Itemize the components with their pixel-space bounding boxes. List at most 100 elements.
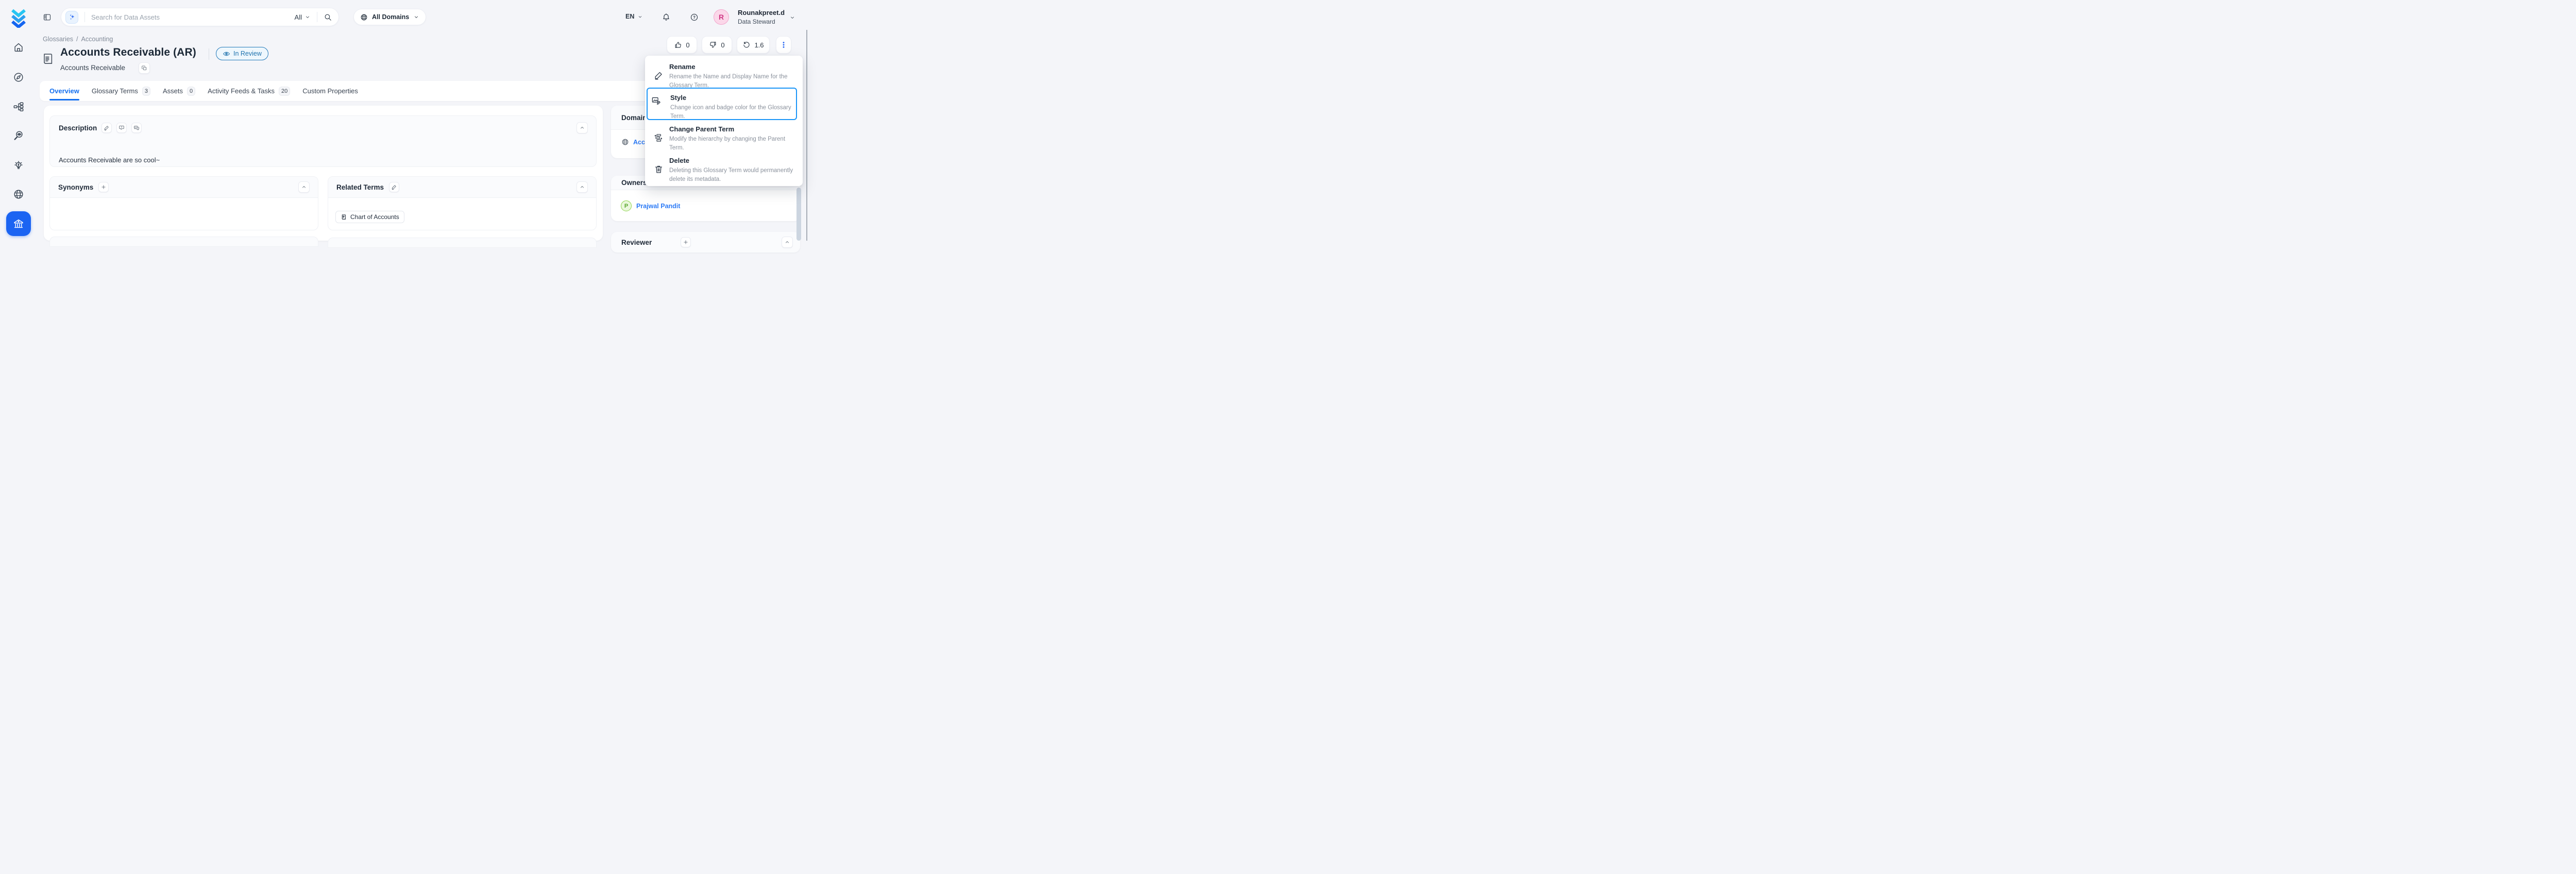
reviewer-card-partial: Reviewer: [611, 232, 800, 253]
comment-question-icon: ?: [118, 125, 125, 131]
observability-icon[interactable]: [13, 130, 24, 141]
menu-item-label: Change Parent Term: [669, 125, 796, 133]
svg-text:?: ?: [693, 15, 696, 20]
chevron-up-icon: [301, 184, 307, 190]
tab-label: Overview: [49, 87, 79, 95]
search-scope-dropdown[interactable]: All: [295, 13, 311, 21]
menu-item-description: Deleting this Glossary Term would perman…: [669, 166, 796, 183]
tab-count-badge: 0: [187, 87, 195, 96]
all-domains-label: All Domains: [372, 13, 409, 21]
upvote-button[interactable]: 0: [667, 36, 697, 54]
edit-related-terms-button[interactable]: [389, 182, 399, 192]
app-logo[interactable]: [8, 6, 29, 28]
tab-custom-properties[interactable]: Custom Properties: [302, 87, 358, 95]
edit-description-button[interactable]: [101, 123, 112, 133]
search-scope-value: All: [295, 13, 302, 21]
description-title: Description: [59, 124, 97, 132]
notifications-bell-icon[interactable]: [662, 12, 671, 22]
owners-title: Owners: [621, 179, 647, 187]
tab-activity-feeds[interactable]: Activity Feeds & Tasks20: [208, 87, 290, 96]
window-edge: [806, 30, 807, 241]
book-icon: [341, 214, 347, 221]
tab-assets[interactable]: Assets 0: [163, 87, 195, 96]
collapse-synonyms-button[interactable]: [298, 181, 310, 193]
menu-item-rename[interactable]: Rename Rename the Name and Display Name …: [650, 62, 799, 90]
chevron-down-icon: [637, 14, 643, 20]
edit-pencil-icon: [104, 125, 110, 131]
page-title: Accounts Receivable (AR): [60, 46, 196, 59]
style-icon: [651, 96, 661, 106]
collapse-reviewer-button[interactable]: [782, 237, 793, 248]
comments-button[interactable]: [131, 123, 142, 133]
version-history-icon: [742, 41, 751, 49]
globe-icon: [360, 13, 368, 21]
request-description-button[interactable]: ?: [116, 123, 127, 133]
user-avatar[interactable]: R: [714, 9, 729, 25]
tab-glossary-terms[interactable]: Glossary Terms3: [92, 87, 150, 96]
search-icon[interactable]: [324, 13, 332, 22]
eye-icon: [223, 50, 230, 58]
more-options-button[interactable]: [776, 36, 791, 54]
explore-compass-icon[interactable]: [13, 72, 24, 83]
tab-label: Glossary Terms: [92, 87, 138, 95]
version-value: 1.6: [754, 41, 764, 49]
synonyms-title: Synonyms: [58, 183, 93, 191]
description-section: Description ? Accounts Receivable are so…: [49, 115, 597, 167]
breadcrumb-accounting[interactable]: Accounting: [81, 36, 113, 43]
menu-item-label: Delete: [669, 156, 796, 165]
user-role: Data Steward: [738, 18, 775, 25]
related-terms-title: Related Terms: [336, 183, 384, 191]
tab-label: Assets: [163, 87, 183, 95]
add-reviewer-button[interactable]: [681, 237, 691, 247]
user-name: Rounakpreet.d: [738, 9, 785, 16]
page-scrollbar[interactable]: [796, 188, 801, 241]
global-search-bar[interactable]: Search for Data Assets All: [61, 8, 339, 26]
menu-item-description: Modify the hierarchy by changing the Par…: [669, 135, 796, 152]
chevron-up-icon: [579, 125, 585, 131]
version-button[interactable]: 1.6: [737, 36, 770, 54]
menu-item-delete[interactable]: Delete Deleting this Glossary Term would…: [650, 156, 799, 183]
menu-item-label: Style: [670, 93, 797, 102]
tab-count-badge: 20: [279, 87, 290, 96]
status-badge[interactable]: In Review: [216, 47, 268, 60]
sidebar-item-govern-active[interactable]: [6, 211, 31, 236]
owner-link[interactable]: Prajwal Pandit: [636, 203, 680, 210]
glossary-term-page: Search for Data Assets All All Domains E…: [0, 0, 808, 241]
copy-name-button[interactable]: [139, 62, 150, 74]
domain-title: Domain: [621, 114, 647, 122]
lineage-flow-icon[interactable]: [13, 101, 24, 112]
home-icon[interactable]: [13, 42, 24, 53]
related-term-chip[interactable]: Chart of Accounts: [335, 211, 404, 223]
add-synonym-button[interactable]: [98, 182, 109, 192]
sidebar-toggle-icon[interactable]: [43, 13, 52, 22]
user-menu-chevron-icon[interactable]: [789, 14, 795, 21]
tab-overview[interactable]: Overview: [49, 87, 79, 95]
edit-pencil-icon: [391, 184, 397, 190]
divider: [84, 12, 85, 22]
glossary-term-icon: [41, 51, 55, 68]
menu-item-style[interactable]: Style Change icon and badge color for th…: [647, 88, 797, 120]
help-icon[interactable]: ?: [690, 13, 699, 22]
menu-item-label: Rename: [669, 62, 796, 71]
chevron-down-icon: [304, 14, 311, 20]
related-term-label: Chart of Accounts: [350, 213, 399, 221]
next-section-partial: [49, 237, 318, 247]
menu-item-change-parent-term[interactable]: Change Parent Term Modify the hierarchy …: [650, 125, 799, 152]
language-value: EN: [625, 13, 634, 20]
downvote-button[interactable]: 0: [702, 36, 732, 54]
thumbs-up-icon: [674, 41, 682, 49]
globe-icon: [621, 138, 629, 146]
collapse-description-button[interactable]: [577, 122, 588, 133]
status-label: In Review: [233, 50, 262, 57]
insights-bulb-icon[interactable]: [13, 160, 24, 171]
domains-globe-icon[interactable]: [13, 189, 24, 200]
owner-avatar: P: [621, 200, 632, 211]
language-dropdown[interactable]: EN: [625, 13, 643, 20]
search-input[interactable]: Search for Data Assets: [91, 13, 295, 21]
overview-panel: Description ? Accounts Receivable are so…: [44, 106, 603, 241]
all-domains-button[interactable]: All Domains: [353, 9, 426, 25]
breadcrumb-glossaries[interactable]: Glossaries: [43, 36, 73, 43]
ai-sparkle-icon[interactable]: [65, 11, 78, 24]
collapse-related-terms-button[interactable]: [577, 181, 588, 193]
description-text: Accounts Receivable are so cool~: [59, 156, 160, 164]
